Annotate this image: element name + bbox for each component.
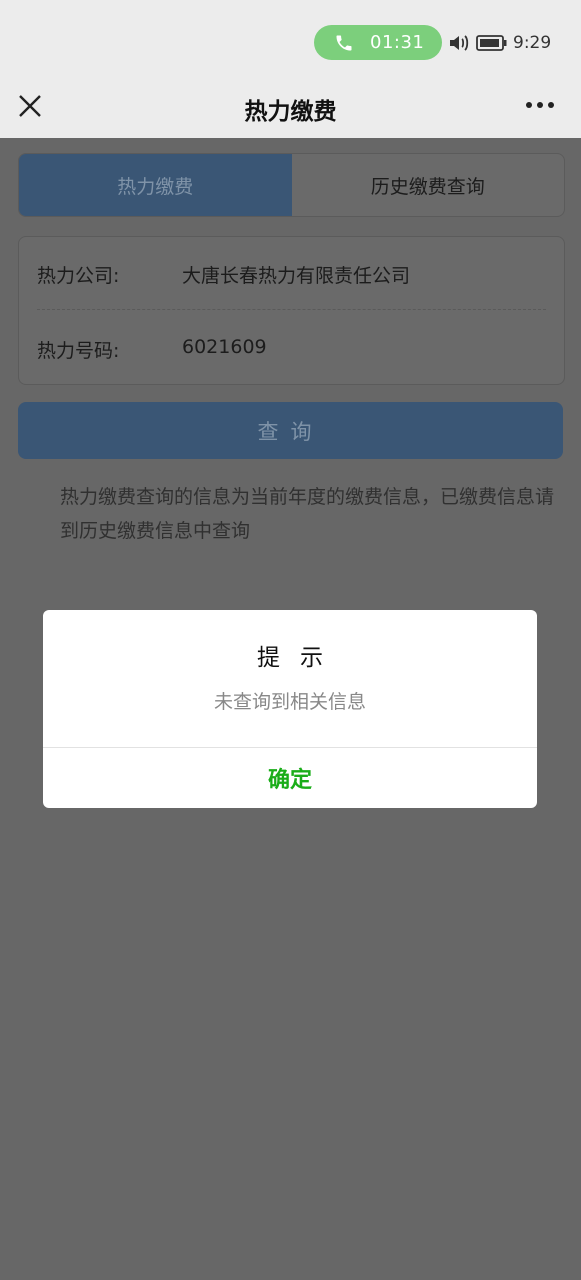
notice-text: 热力缴费查询的信息为当前年度的缴费信息，已缴费信息请到历史缴费信息中查询 <box>60 486 555 542</box>
tab-payment-history[interactable]: 历史缴费查询 <box>292 154 565 216</box>
tab-bar: 热力缴费 历史缴费查询 <box>18 153 565 217</box>
more-icon[interactable] <box>524 94 556 116</box>
dialog-title: 提示 <box>257 645 343 671</box>
info-card: 热力公司: 大唐长春热力有限责任公司 热力号码: 6021609 <box>18 236 565 385</box>
battery-icon <box>476 35 507 51</box>
call-timer: 01:31 <box>370 32 425 53</box>
page-title: 热力缴费 <box>244 99 337 125</box>
number-value: 6021609 <box>182 336 267 358</box>
phone-icon <box>336 35 352 51</box>
dialog-message: 未查询到相关信息 <box>213 691 366 713</box>
title-bar: 热力缴费 <box>0 80 581 138</box>
tab-heat-payment[interactable]: 热力缴费 <box>19 154 292 216</box>
call-indicator[interactable]: 01:31 <box>314 25 442 60</box>
number-label: 热力号码: <box>37 340 120 362</box>
query-button[interactable]: 查询 <box>18 402 563 459</box>
clock: 9:29 <box>513 33 552 53</box>
confirm-button[interactable]: 确定 <box>43 748 537 808</box>
company-value: 大唐长春热力有限责任公司 <box>182 265 411 287</box>
alert-dialog: 提示 未查询到相关信息 确定 <box>43 610 537 808</box>
divider <box>37 309 546 310</box>
status-bar: 01:31 9:29 <box>0 0 581 80</box>
company-label: 热力公司: <box>37 265 120 287</box>
volume-icon <box>450 35 469 51</box>
